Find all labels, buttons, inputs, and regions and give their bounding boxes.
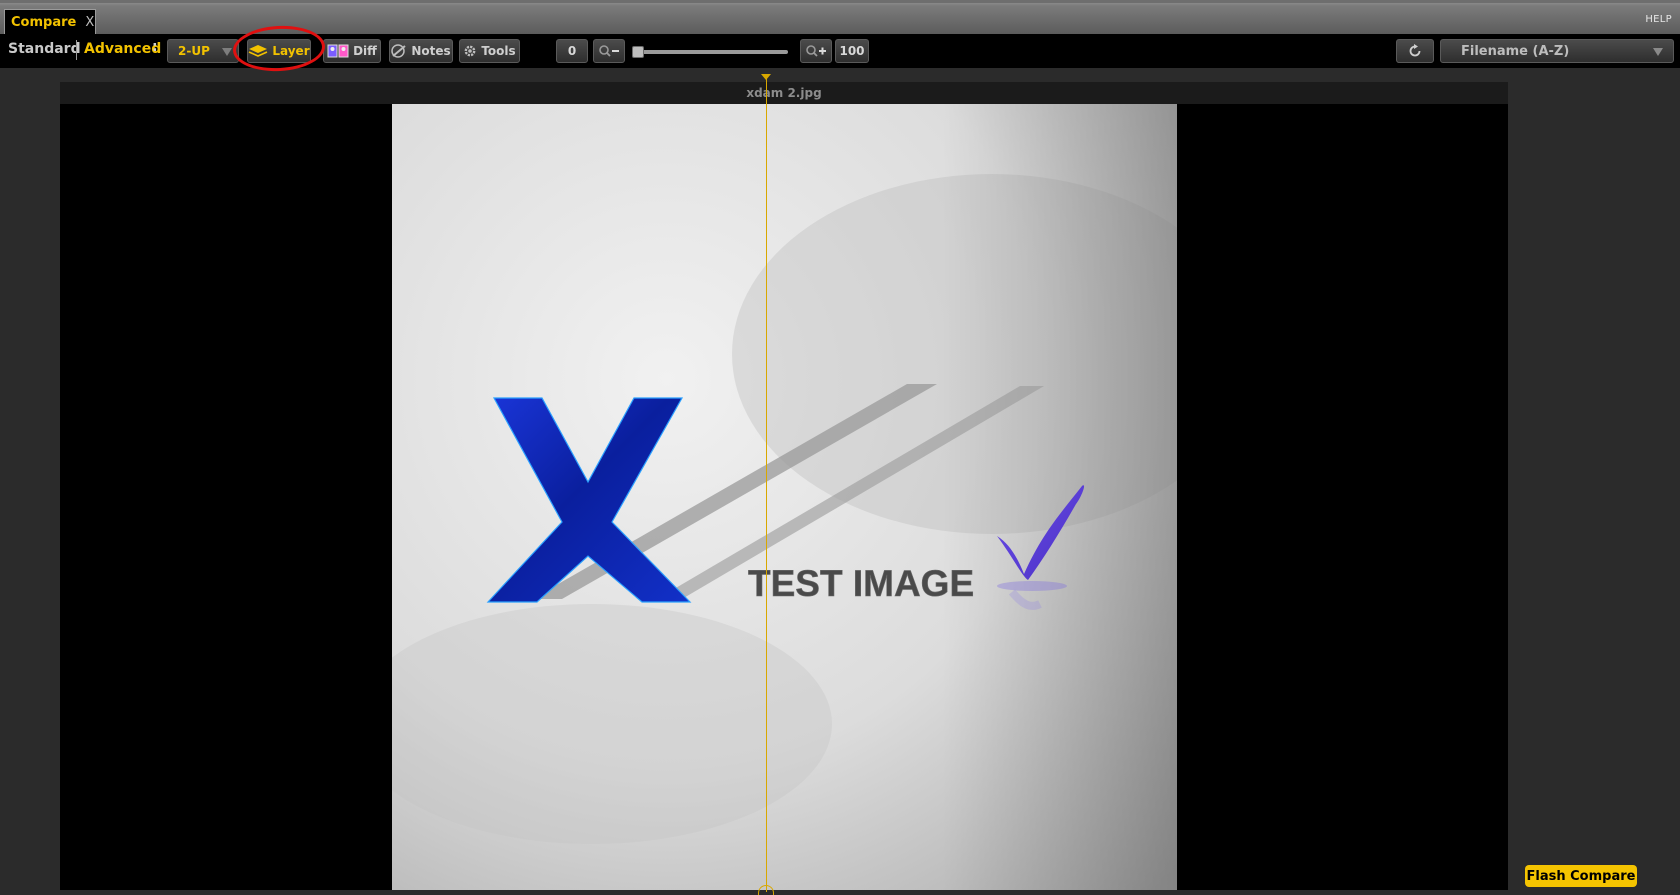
zoom-max-field[interactable]: 100 [835,39,869,63]
notes-button-label: Notes [411,44,451,58]
test-image-graphic: X TEST IMAGE [392,104,1177,890]
chevron-down-icon [1653,48,1663,56]
help-link[interactable]: HELP [1645,14,1672,25]
diff-button[interactable]: Diff [323,39,381,63]
image-title: xdam 2.jpg [60,82,1508,104]
layer-button[interactable]: Layer [247,39,311,63]
zoom-in-button[interactable] [800,39,832,63]
mode-divider [76,40,77,60]
layer-button-label: Layer [272,44,310,58]
zoom-slider-track[interactable] [634,50,788,54]
mode-separator: : [152,39,158,55]
mode-advanced-link[interactable]: Advanced [84,41,161,57]
chevron-down-icon [222,48,232,56]
diff-button-label: Diff [353,44,377,58]
layers-icon [249,45,268,57]
zoom-in-icon [806,45,826,57]
notes-icon [391,44,406,58]
zoom-out-icon [599,45,619,57]
split-handle-bottom[interactable] [758,885,774,895]
layout-select-value: 2-UP [178,44,210,58]
sort-select-value: Filename (A-Z) [1461,43,1570,59]
flash-compare-button[interactable]: Flash Compare [1525,865,1637,887]
refresh-button[interactable] [1396,39,1434,63]
toolbar: Standard Advanced : 2-UP Layer Diff Note… [0,34,1680,68]
notes-button[interactable]: Notes [389,39,453,63]
tab-label: Compare [11,15,77,30]
sort-select[interactable]: Filename (A-Z) [1440,39,1674,63]
tab-close-button[interactable]: X [85,15,94,30]
split-handle-top[interactable] [761,74,771,80]
compare-image: X TEST IMAGE [392,104,1177,890]
zoom-min-field[interactable]: 0 [556,39,588,63]
tab-compare[interactable]: Compare X [4,9,96,35]
zoom-out-button[interactable] [593,39,625,63]
mode-standard-link[interactable]: Standard [8,41,81,57]
tab-bar: Compare X HELP [0,0,1680,35]
layout-select[interactable]: 2-UP [167,39,239,63]
refresh-icon [1409,44,1421,57]
diff-icon [327,44,349,58]
split-divider[interactable] [766,78,767,892]
gear-icon [464,45,476,57]
tools-button-label: Tools [481,44,516,58]
tools-button[interactable]: Tools [459,39,520,63]
image-caption: TEST IMAGE [748,563,974,604]
zoom-slider-thumb[interactable] [632,46,644,58]
